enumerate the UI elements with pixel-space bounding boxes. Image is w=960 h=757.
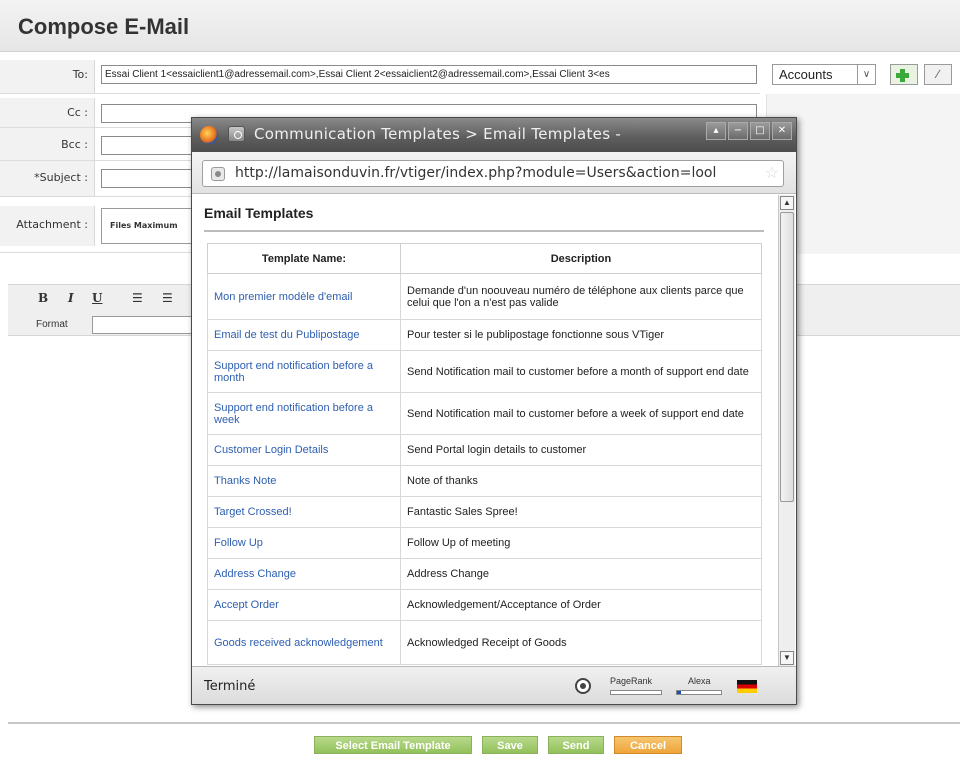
firefox-icon xyxy=(200,126,218,144)
plus-icon[interactable] xyxy=(890,64,918,85)
heading-rule xyxy=(204,230,764,232)
template-description: Demande d'un noouveau numéro de téléphon… xyxy=(400,273,762,320)
column-header-template-name: Template Name: xyxy=(207,243,401,274)
german-flag-icon[interactable] xyxy=(737,680,757,693)
close-icon[interactable]: ✕ xyxy=(772,122,792,140)
templates-table: Template Name: Description Mon premier m… xyxy=(207,243,762,665)
url-text: http://lamaisonduvin.fr/vtiger/index.php… xyxy=(235,165,717,181)
to-field[interactable]: Essai Client 1<essaiclient1@adressemail.… xyxy=(101,65,757,84)
table-row[interactable]: Address Change Address Change xyxy=(207,558,762,590)
site-identity-icon[interactable] xyxy=(211,167,225,181)
save-button[interactable]: Save xyxy=(482,736,538,754)
template-description: Send Portal login details to customer xyxy=(400,434,762,466)
popup-title: Communication Templates > Email Template… xyxy=(254,125,622,143)
accounts-select[interactable]: Accounts ∨ xyxy=(772,64,876,85)
template-name-link[interactable]: Mon premier modèle d'email xyxy=(207,273,401,320)
url-input[interactable]: http://lamaisonduvin.fr/vtiger/index.php… xyxy=(202,160,784,187)
template-name-link[interactable]: Support end notification before a week xyxy=(207,392,401,435)
template-name-link[interactable]: Thanks Note xyxy=(207,465,401,497)
ordered-list-icon[interactable]: ☰ xyxy=(132,291,143,305)
template-name-link[interactable]: Email de test du Publipostage xyxy=(207,319,401,351)
status-text: Terminé xyxy=(204,679,256,694)
bcc-label: Bcc : xyxy=(0,130,95,164)
template-description: Acknowledgement/Acceptance of Order xyxy=(400,589,762,621)
table-row[interactable]: Support end notification before a week Se… xyxy=(207,392,762,435)
template-description: Fantastic Sales Spree! xyxy=(400,496,762,528)
accounts-select-label: Accounts xyxy=(779,67,833,82)
template-description: Send Notification mail to customer befor… xyxy=(400,350,762,393)
template-description: Follow Up of meeting xyxy=(400,527,762,559)
italic-button[interactable]: I xyxy=(68,291,74,305)
url-bar: http://lamaisonduvin.fr/vtiger/index.php… xyxy=(192,152,796,194)
table-row[interactable]: Accept Order Acknowledgement/Acceptance o… xyxy=(207,589,762,621)
column-header-description: Description xyxy=(400,243,762,274)
template-description: Note of thanks xyxy=(400,465,762,497)
pagerank-label: PageRank xyxy=(610,676,653,686)
unordered-list-icon[interactable]: ☰ xyxy=(162,291,173,305)
to-label: To: xyxy=(0,60,95,94)
format-label: Format xyxy=(36,319,68,330)
template-description: Address Change xyxy=(400,558,762,590)
vertical-scrollbar[interactable]: ▲ ▼ xyxy=(778,195,795,666)
files-box[interactable]: Files Maximum xyxy=(101,208,193,244)
template-name-link[interactable]: Customer Login Details xyxy=(207,434,401,466)
table-header-row: Template Name: Description xyxy=(207,243,762,274)
popup-content: Email Templates Template Name: Descripti… xyxy=(192,195,778,666)
page-header: Compose E-Mail xyxy=(0,0,960,52)
email-templates-heading: Email Templates xyxy=(204,205,314,221)
table-row[interactable]: Mon premier modèle d'email Demande d'un n… xyxy=(207,273,762,320)
template-description: Send Notification mail to customer befor… xyxy=(400,392,762,435)
template-name-link[interactable]: Support end notification before a month xyxy=(207,350,401,393)
system-menu-icon[interactable] xyxy=(228,126,245,142)
scroll-down-icon[interactable]: ▼ xyxy=(780,651,794,665)
maximize-icon[interactable]: □ xyxy=(750,122,770,140)
popup-titlebar[interactable]: Communication Templates > Email Template… xyxy=(192,118,796,152)
subject-label: *Subject : xyxy=(0,163,95,197)
security-icon[interactable] xyxy=(575,678,591,694)
row-divider xyxy=(0,93,760,94)
alexa-bar xyxy=(676,690,722,695)
send-button[interactable]: Send xyxy=(548,736,604,754)
template-description: Acknowledged Receipt of Goods xyxy=(400,620,762,665)
scrollbar-thumb[interactable] xyxy=(780,212,794,502)
format-select[interactable] xyxy=(92,316,192,334)
bookmark-star-icon[interactable]: ☆ xyxy=(765,163,779,183)
window-controls: ▴ − □ ✕ xyxy=(706,122,792,140)
minimize-icon[interactable]: − xyxy=(728,122,748,140)
divider xyxy=(8,722,960,724)
table-row[interactable]: Customer Login Details Send Portal login … xyxy=(207,434,762,466)
template-name-link[interactable]: Goods received acknowledgement xyxy=(207,620,401,665)
chevron-down-icon: ∨ xyxy=(857,65,875,84)
email-templates-popup: Communication Templates > Email Template… xyxy=(191,117,797,705)
cancel-button[interactable]: Cancel xyxy=(614,736,682,754)
template-name-link[interactable]: Target Crossed! xyxy=(207,496,401,528)
status-bar: Terminé PageRank Alexa xyxy=(192,666,796,704)
alexa-label: Alexa xyxy=(688,676,711,686)
table-row[interactable]: Support end notification before a month S… xyxy=(207,350,762,393)
attachment-label: Attachment : xyxy=(0,206,95,246)
template-description: Pour tester si le publipostage fonctionn… xyxy=(400,319,762,351)
template-name-link[interactable]: Accept Order xyxy=(207,589,401,621)
pagerank-bar xyxy=(610,690,662,695)
eraser-icon[interactable]: ∕ xyxy=(924,64,952,85)
page-title: Compose E-Mail xyxy=(18,14,190,39)
table-row[interactable]: Goods received acknowledgement Acknowledg… xyxy=(207,620,762,665)
table-row[interactable]: Target Crossed! Fantastic Sales Spree! xyxy=(207,496,762,528)
select-email-template-button[interactable]: Select Email Template xyxy=(314,736,472,754)
underline-button[interactable]: U xyxy=(92,291,102,305)
bold-button[interactable]: B xyxy=(38,291,48,305)
rollup-icon[interactable]: ▴ xyxy=(706,122,726,140)
table-row[interactable]: Thanks Note Note of thanks xyxy=(207,465,762,497)
template-name-link[interactable]: Follow Up xyxy=(207,527,401,559)
template-name-link[interactable]: Address Change xyxy=(207,558,401,590)
table-row[interactable]: Follow Up Follow Up of meeting xyxy=(207,527,762,559)
table-row[interactable]: Email de test du Publipostage Pour tester… xyxy=(207,319,762,351)
scroll-up-icon[interactable]: ▲ xyxy=(780,196,794,210)
